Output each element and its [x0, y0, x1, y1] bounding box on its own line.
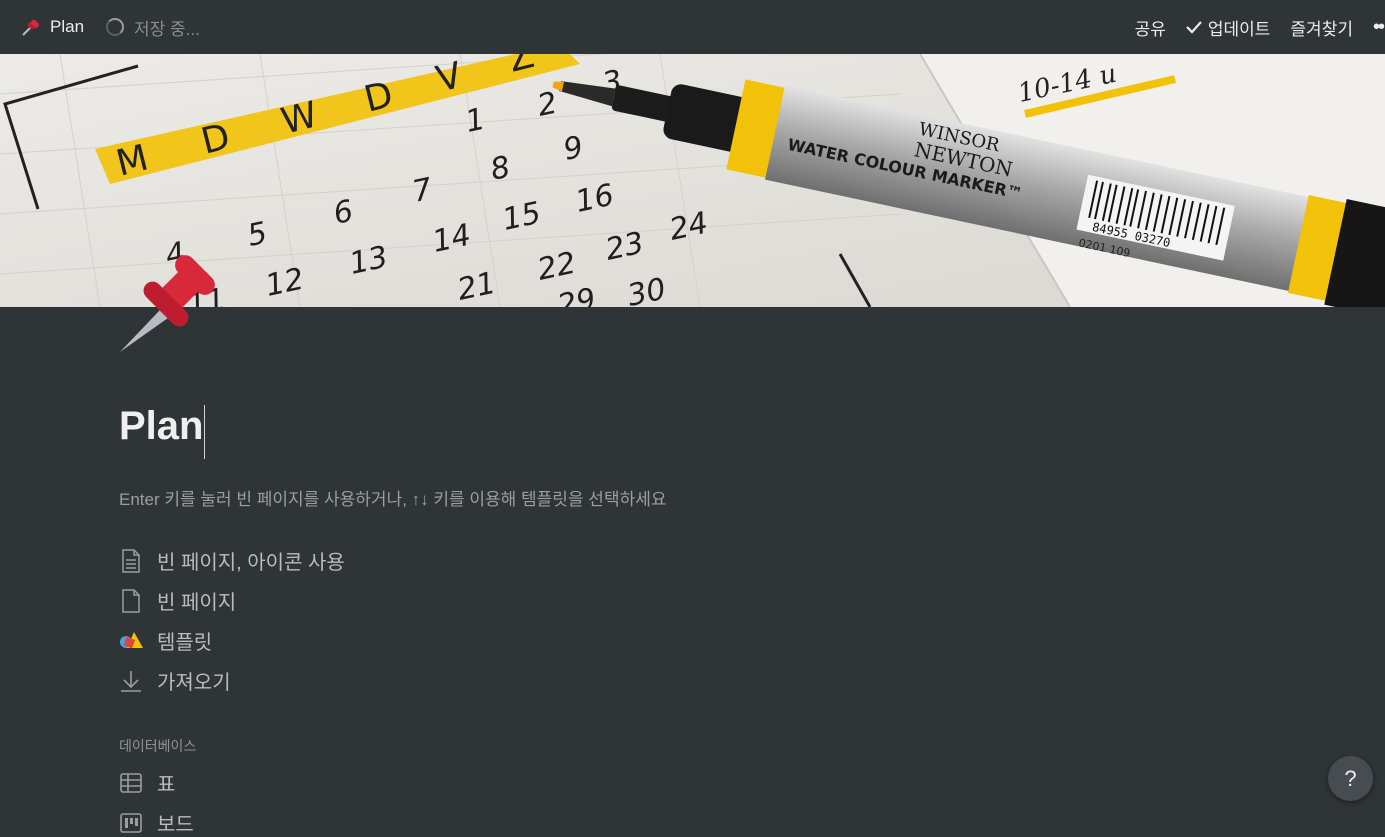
document-icon	[119, 588, 143, 613]
database-section-label: 데이터베이스	[119, 738, 197, 754]
option-board[interactable]: 보드	[119, 808, 194, 837]
table-icon	[119, 771, 143, 795]
option-empty-with-icon[interactable]: 빈 페이지, 아이콘 사용	[119, 546, 345, 575]
page-icon-pushpin[interactable]	[118, 252, 220, 354]
option-label: 표	[157, 774, 176, 796]
help-button[interactable]: ?	[1328, 756, 1373, 801]
pushpin-icon	[22, 19, 39, 36]
updates-button[interactable]: 업데이트	[1186, 15, 1271, 40]
favorite-button[interactable]: 즐겨찾기	[1290, 15, 1353, 40]
option-label: 가져오기	[157, 672, 231, 694]
option-label: 빈 페이지, 아이콘 사용	[157, 552, 345, 574]
template-hint: Enter 키를 눌러 빈 페이지를 사용하거나, ↑↓ 키를 이용해 템플릿을…	[119, 490, 667, 509]
option-label: 빈 페이지	[157, 592, 237, 614]
breadcrumb-page-title: Plan	[50, 17, 85, 36]
saving-text: 저장 중...	[134, 19, 200, 39]
checkmark-icon	[1186, 21, 1202, 34]
option-empty-page[interactable]: 빈 페이지	[119, 586, 236, 615]
option-templates[interactable]: 템플릿	[119, 626, 212, 655]
more-options-button[interactable]: ••	[1373, 16, 1385, 39]
shapes-icon	[119, 629, 143, 653]
document-lines-icon	[119, 548, 143, 573]
option-table[interactable]: 표	[119, 768, 175, 797]
share-button[interactable]: 공유	[1135, 15, 1166, 40]
top-bar: Plan 저장 중... 공유 업데이트 즐겨찾기 ••	[0, 0, 1385, 54]
calendar-number: 21	[454, 266, 499, 307]
option-label: 보드	[157, 814, 194, 836]
title-block: Plan	[119, 395, 1119, 462]
updates-label: 업데이트	[1207, 19, 1271, 39]
saving-status: 저장 중...	[106, 15, 200, 40]
option-label: 템플릿	[157, 632, 213, 654]
board-icon	[119, 811, 143, 835]
download-icon	[119, 669, 143, 693]
breadcrumb[interactable]: Plan	[20, 16, 84, 38]
page-title[interactable]: Plan	[119, 395, 203, 457]
spinner-icon	[106, 18, 125, 36]
option-import[interactable]: 가져오기	[119, 666, 231, 695]
text-caret	[204, 404, 206, 459]
top-actions: 공유 업데이트 즐겨찾기 ••	[1135, 0, 1385, 54]
